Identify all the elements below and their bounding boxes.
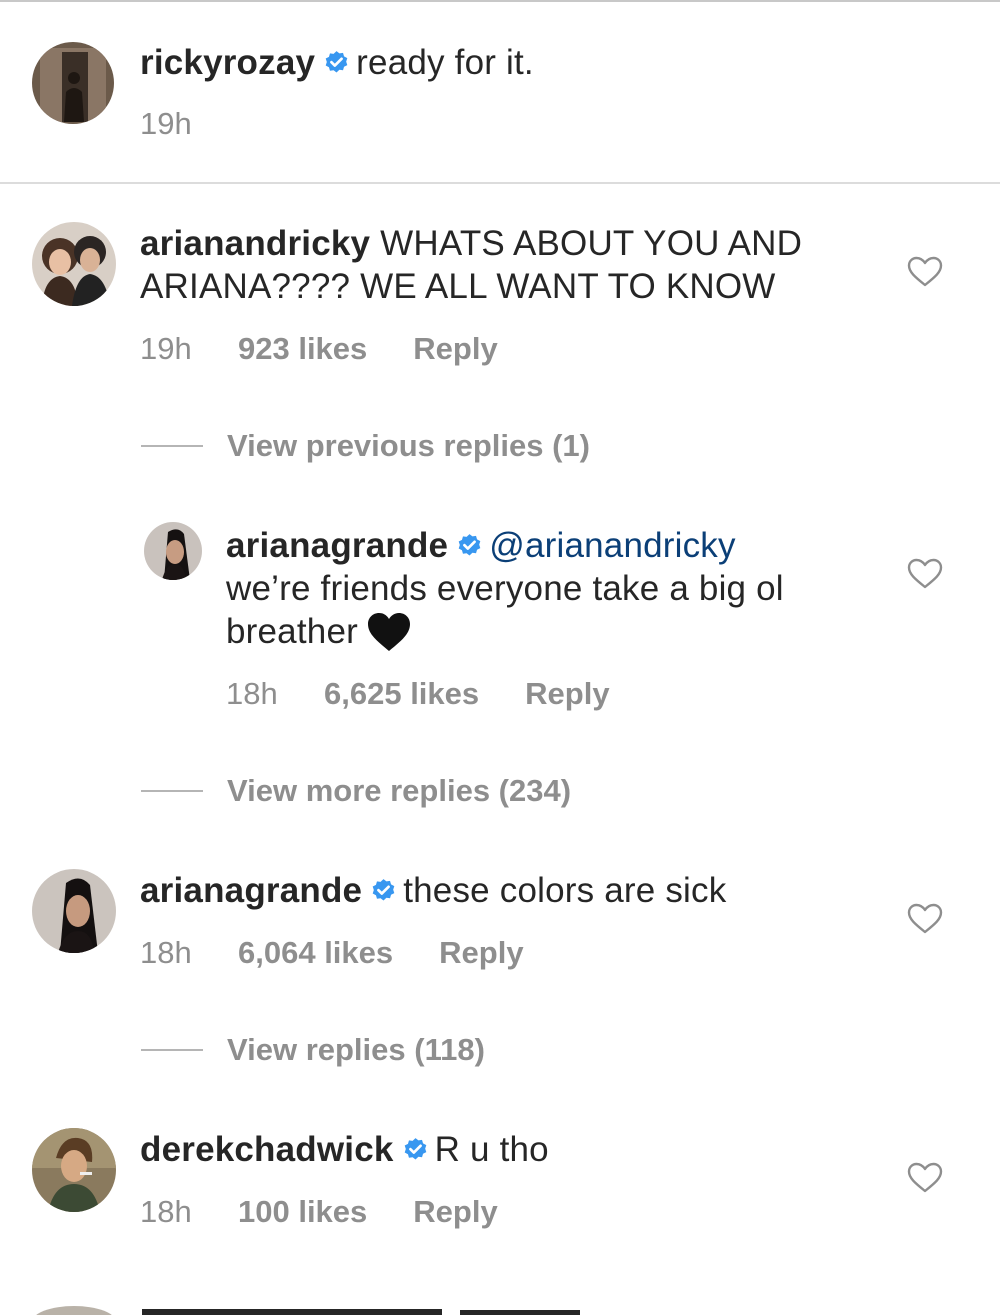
caption-meta: 19h — [140, 106, 238, 142]
likes-count[interactable]: 100 likes — [238, 1194, 367, 1230]
avatar-rickyrozay[interactable] — [32, 42, 114, 124]
view-replies-label[interactable]: View replies (118) — [227, 1032, 485, 1068]
caption-time: 19h — [140, 106, 192, 141]
likes-count[interactable]: 6,625 likes — [324, 676, 479, 712]
view-replies-label[interactable]: View previous replies (1) — [227, 428, 590, 464]
caption-text: rickyrozay ready for it. — [140, 41, 534, 84]
likes-count[interactable]: 923 likes — [238, 331, 367, 367]
comment-3-meta: 18h 6,064 likes Reply — [140, 935, 524, 971]
view-replies-label[interactable]: View more replies (234) — [227, 773, 571, 809]
username-link[interactable]: rickyrozay — [140, 43, 315, 82]
view-previous-replies[interactable]: View previous replies (1) — [141, 428, 590, 464]
comment-time: 18h — [140, 1194, 192, 1229]
black-heart-emoji-icon — [366, 611, 412, 653]
reply-1-meta: 18h 6,625 likes Reply — [226, 676, 610, 712]
avatar-arianagrande-reply[interactable] — [144, 522, 202, 580]
replies-divider-line — [141, 790, 203, 792]
verified-badge-icon — [370, 878, 397, 905]
avatar-arianandricky[interactable] — [32, 222, 116, 306]
comment-1-meta: 19h 923 likes Reply — [140, 331, 498, 367]
comment-body-line2: breather — [226, 612, 358, 651]
heart-outline-icon[interactable] — [907, 558, 943, 590]
heart-outline-icon[interactable] — [907, 903, 943, 935]
caption-divider — [0, 182, 1000, 184]
username-link[interactable]: derekchadwick — [140, 1130, 394, 1169]
reply-1-text: arianagrande @arianandricky we’re friends… — [226, 524, 784, 653]
username-link[interactable]: arianandricky — [140, 224, 370, 263]
avatar-arianagrande[interactable] — [32, 869, 116, 953]
comment-time: 19h — [140, 331, 192, 366]
comment-3-text: arianagrande these colors are sick — [140, 869, 726, 912]
comment-time: 18h — [140, 935, 192, 970]
username-link[interactable]: arianagrande — [226, 526, 448, 565]
replies-divider-line — [141, 1049, 203, 1051]
next-comment-partial — [0, 1300, 1000, 1315]
reply-button[interactable]: Reply — [525, 676, 609, 712]
likes-count[interactable]: 6,064 likes — [238, 935, 393, 971]
heart-outline-icon[interactable] — [907, 1162, 943, 1194]
comment-body: we’re friends everyone take a big ol — [226, 569, 784, 608]
replies-divider-line — [141, 445, 203, 447]
comment-body: R u tho — [434, 1130, 549, 1169]
comment-1-text: arianandricky WHATS ABOUT YOU AND ARIANA… — [140, 222, 802, 308]
reply-button[interactable]: Reply — [413, 1194, 497, 1230]
comment-body: these colors are sick — [403, 871, 727, 910]
comment-4-meta: 18h 100 likes Reply — [140, 1194, 498, 1230]
comment-4-text: derekchadwick R u tho — [140, 1128, 549, 1171]
verified-badge-icon — [323, 50, 350, 77]
username-link[interactable]: arianagrande — [140, 871, 362, 910]
comment-time: 18h — [226, 676, 278, 711]
comment-body: WHATS ABOUT YOU AND — [380, 224, 803, 263]
heart-outline-icon[interactable] — [907, 256, 943, 288]
reply-button[interactable]: Reply — [413, 331, 497, 367]
reply-button[interactable]: Reply — [439, 935, 523, 971]
top-divider — [0, 0, 1000, 2]
caption-body: ready for it. — [356, 43, 534, 82]
comment-body-line2: ARIANA???? WE ALL WANT TO KNOW — [140, 267, 776, 306]
view-more-replies[interactable]: View more replies (234) — [141, 773, 571, 809]
avatar-derekchadwick[interactable] — [32, 1128, 116, 1212]
verified-badge-icon — [402, 1137, 429, 1164]
mention-link[interactable]: @arianandricky — [489, 526, 735, 565]
view-replies[interactable]: View replies (118) — [141, 1032, 485, 1068]
verified-badge-icon — [456, 533, 483, 560]
